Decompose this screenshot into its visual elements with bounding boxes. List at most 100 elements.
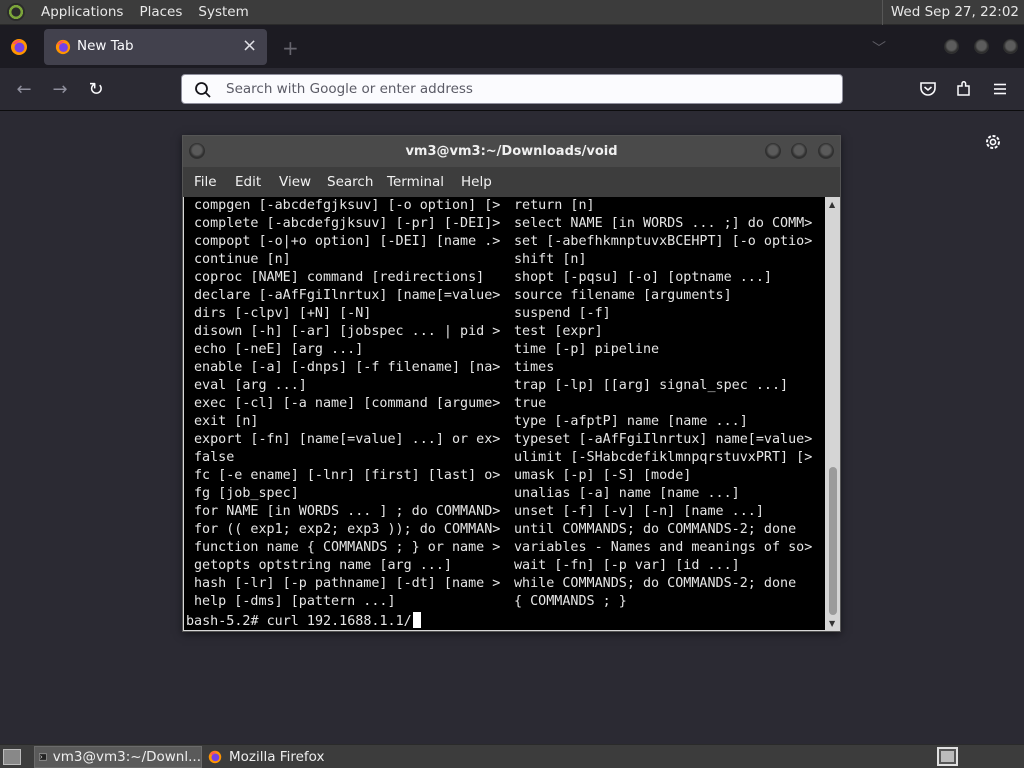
terminal-line: continue [n] bbox=[194, 252, 291, 267]
terminal-line: hash [-lr] [-p pathname] [-dt] [name > bbox=[194, 576, 501, 591]
pocket-icon[interactable] bbox=[919, 80, 937, 98]
terminal-minimize-button[interactable] bbox=[765, 143, 781, 159]
firefox-taskbar-icon bbox=[208, 750, 222, 764]
terminal-line: umask [-p] [-S] [mode] bbox=[514, 468, 692, 483]
terminal-line: dirs [-clpv] [+N] [-N] bbox=[194, 306, 372, 321]
prompt-text: bash-5.2# curl 192.1688.1.1/ bbox=[186, 614, 412, 629]
terminal-line: trap [-lp] [[arg] signal_spec ...] bbox=[514, 378, 789, 393]
terminal-scrollbar[interactable]: ▲ ▼ bbox=[826, 197, 840, 630]
firefox-favicon-icon bbox=[55, 39, 71, 55]
terminal-line: { COMMANDS ; } bbox=[514, 594, 627, 609]
help-output-right-column: return [n] select NAME [in WORDS ... ;] d… bbox=[514, 197, 812, 611]
workspace-1-icon[interactable] bbox=[941, 751, 954, 762]
taskbar-item-terminal[interactable]: vm3@vm3:~/Downl... bbox=[34, 746, 202, 768]
terminal-line: compgen [-abcdefgjksuv] [-o option] [> bbox=[194, 198, 501, 213]
menu-system[interactable]: System bbox=[190, 0, 256, 25]
terminal-icon bbox=[39, 753, 47, 761]
terminal-line: unalias [-a] name [name ...] bbox=[514, 486, 740, 501]
terminal-line: for NAME [in WORDS ... ] ; do COMMAND> bbox=[194, 504, 501, 519]
terminal-titlebar[interactable]: vm3@vm3:~/Downloads/void bbox=[183, 136, 840, 167]
scroll-up-arrow-icon[interactable]: ▲ bbox=[829, 200, 835, 209]
terminal-menu-search[interactable]: Search bbox=[327, 174, 373, 190]
terminal-line: select NAME [in WORDS ... ;] do COMM> bbox=[514, 216, 813, 231]
tab-new-tab[interactable]: New Tab × bbox=[44, 29, 267, 65]
terminal-line: fg [job_spec] bbox=[194, 486, 299, 501]
reload-icon[interactable]: ↻ bbox=[86, 80, 106, 100]
terminal-line: function name { COMMANDS ; } or name > bbox=[194, 540, 501, 555]
scroll-down-arrow-icon[interactable]: ▼ bbox=[829, 619, 835, 628]
terminal-line: shopt [-pqsu] [-o] [optname ...] bbox=[514, 270, 772, 285]
distro-logo-icon[interactable] bbox=[7, 3, 25, 21]
firefox-icon[interactable] bbox=[10, 38, 28, 56]
terminal-menu-view[interactable]: View bbox=[279, 174, 311, 190]
extensions-puzzle-icon[interactable] bbox=[955, 80, 973, 98]
terminal-line: shift [n] bbox=[514, 252, 587, 267]
terminal-line: exec [-cl] [-a name] [command [argume> bbox=[194, 396, 501, 411]
list-all-tabs-chevron-icon[interactable]: ﹀ bbox=[872, 38, 886, 58]
new-tab-plus-icon[interactable]: + bbox=[282, 36, 299, 60]
terminal-line: export [-fn] [name[=value] ...] or ex> bbox=[194, 432, 501, 447]
bottom-panel: vm3@vm3:~/Downl... Mozilla Firefox bbox=[0, 744, 1024, 768]
terminal-line: type [-afptP] name [name ...] bbox=[514, 414, 748, 429]
terminal-line: source filename [arguments] bbox=[514, 288, 732, 303]
terminal-line: coproc [NAME] command [redirections] bbox=[194, 270, 485, 285]
terminal-line: declare [-aAfFgiIlnrtux] [name[=value> bbox=[194, 288, 501, 303]
command-prompt-line[interactable]: bash-5.2# curl 192.1688.1.1/ bbox=[186, 612, 421, 630]
terminal-line: set [-abefhkmnptuvxBCEHPT] [-o optio> bbox=[514, 234, 813, 249]
terminal-line: disown [-h] [-ar] [jobspec ... | pid > bbox=[194, 324, 501, 339]
help-output-left-column: compgen [-abcdefgjksuv] [-o option] [> co… bbox=[194, 197, 500, 611]
terminal-menu-edit[interactable]: Edit bbox=[235, 174, 261, 190]
search-icon bbox=[195, 82, 211, 98]
forward-arrow-icon[interactable]: → bbox=[50, 80, 70, 100]
workspace-switcher[interactable] bbox=[937, 747, 958, 766]
terminal-menu-file[interactable]: File bbox=[194, 174, 217, 190]
terminal-line: ulimit [-SHabcdefiklmnpqrstuvxPRT] [> bbox=[514, 450, 813, 465]
taskbar-item-label: vm3@vm3:~/Downl... bbox=[52, 749, 201, 765]
terminal-line: variables - Names and meanings of so> bbox=[514, 540, 813, 555]
terminal-line: while COMMANDS; do COMMANDS-2; done bbox=[514, 576, 797, 591]
terminal-line: fc [-e ename] [-lnr] [first] [last] o> bbox=[194, 468, 501, 483]
terminal-line: getopts optstring name [arg ...] bbox=[194, 558, 452, 573]
terminal-title: vm3@vm3:~/Downloads/void bbox=[405, 144, 618, 159]
menu-applications[interactable]: Applications bbox=[33, 0, 131, 25]
terminal-line: suspend [-f] bbox=[514, 306, 611, 321]
window-minimize-button[interactable] bbox=[944, 39, 959, 54]
terminal-line: compopt [-o|+o option] [-DEI] [name .> bbox=[194, 234, 501, 249]
terminal-line: times bbox=[514, 360, 555, 375]
taskbar-item-firefox[interactable]: Mozilla Firefox bbox=[203, 746, 363, 768]
terminal-line: true bbox=[514, 396, 547, 411]
terminal-line: help [-dms] [pattern ...] bbox=[194, 594, 396, 609]
terminal-line: enable [-a] [-dnps] [-f filename] [na> bbox=[194, 360, 501, 375]
terminal-line: unset [-f] [-v] [-n] [name ...] bbox=[514, 504, 764, 519]
terminal-line: typeset [-aAfFgiIlnrtux] name[=value> bbox=[514, 432, 813, 447]
clock[interactable]: Wed Sep 27, 22:02 bbox=[881, 0, 1019, 25]
terminal-output[interactable]: compgen [-abcdefgjksuv] [-o option] [> co… bbox=[184, 197, 825, 630]
terminal-menu-terminal[interactable]: Terminal bbox=[387, 174, 444, 190]
terminal-menubar: File Edit View Search Terminal Help bbox=[183, 167, 840, 197]
taskbar-item-label: Mozilla Firefox bbox=[229, 749, 325, 765]
terminal-line: exit [n] bbox=[194, 414, 259, 429]
terminal-maximize-button[interactable] bbox=[791, 143, 807, 159]
url-input[interactable] bbox=[226, 79, 826, 99]
back-arrow-icon[interactable]: ← bbox=[14, 80, 34, 100]
terminal-line: complete [-abcdefgjksuv] [-pr] [-DEI]> bbox=[194, 216, 501, 231]
terminal-line: test [expr] bbox=[514, 324, 603, 339]
address-bar[interactable] bbox=[181, 74, 843, 104]
newtab-settings-gear-icon[interactable] bbox=[982, 131, 1004, 153]
terminal-line: echo [-neE] [arg ...] bbox=[194, 342, 364, 357]
scrollbar-thumb[interactable] bbox=[829, 467, 837, 615]
window-close-button[interactable] bbox=[1003, 39, 1018, 54]
terminal-line: for (( exp1; exp2; exp3 )); do COMMAN> bbox=[194, 522, 501, 537]
top-panel: Applications Places System Wed Sep 27, 2… bbox=[0, 0, 1024, 25]
menu-places[interactable]: Places bbox=[131, 0, 190, 25]
terminal-line: wait [-fn] [-p var] [id ...] bbox=[514, 558, 740, 573]
terminal-line: eval [arg ...] bbox=[194, 378, 307, 393]
hamburger-menu-icon[interactable] bbox=[991, 80, 1009, 98]
tab-title: New Tab bbox=[77, 38, 134, 54]
show-desktop-icon[interactable] bbox=[3, 749, 21, 765]
window-maximize-button[interactable] bbox=[974, 39, 989, 54]
text-cursor bbox=[412, 612, 421, 628]
terminal-menu-help[interactable]: Help bbox=[461, 174, 492, 190]
terminal-close-button[interactable] bbox=[818, 143, 834, 159]
tab-close-icon[interactable]: × bbox=[242, 35, 257, 56]
